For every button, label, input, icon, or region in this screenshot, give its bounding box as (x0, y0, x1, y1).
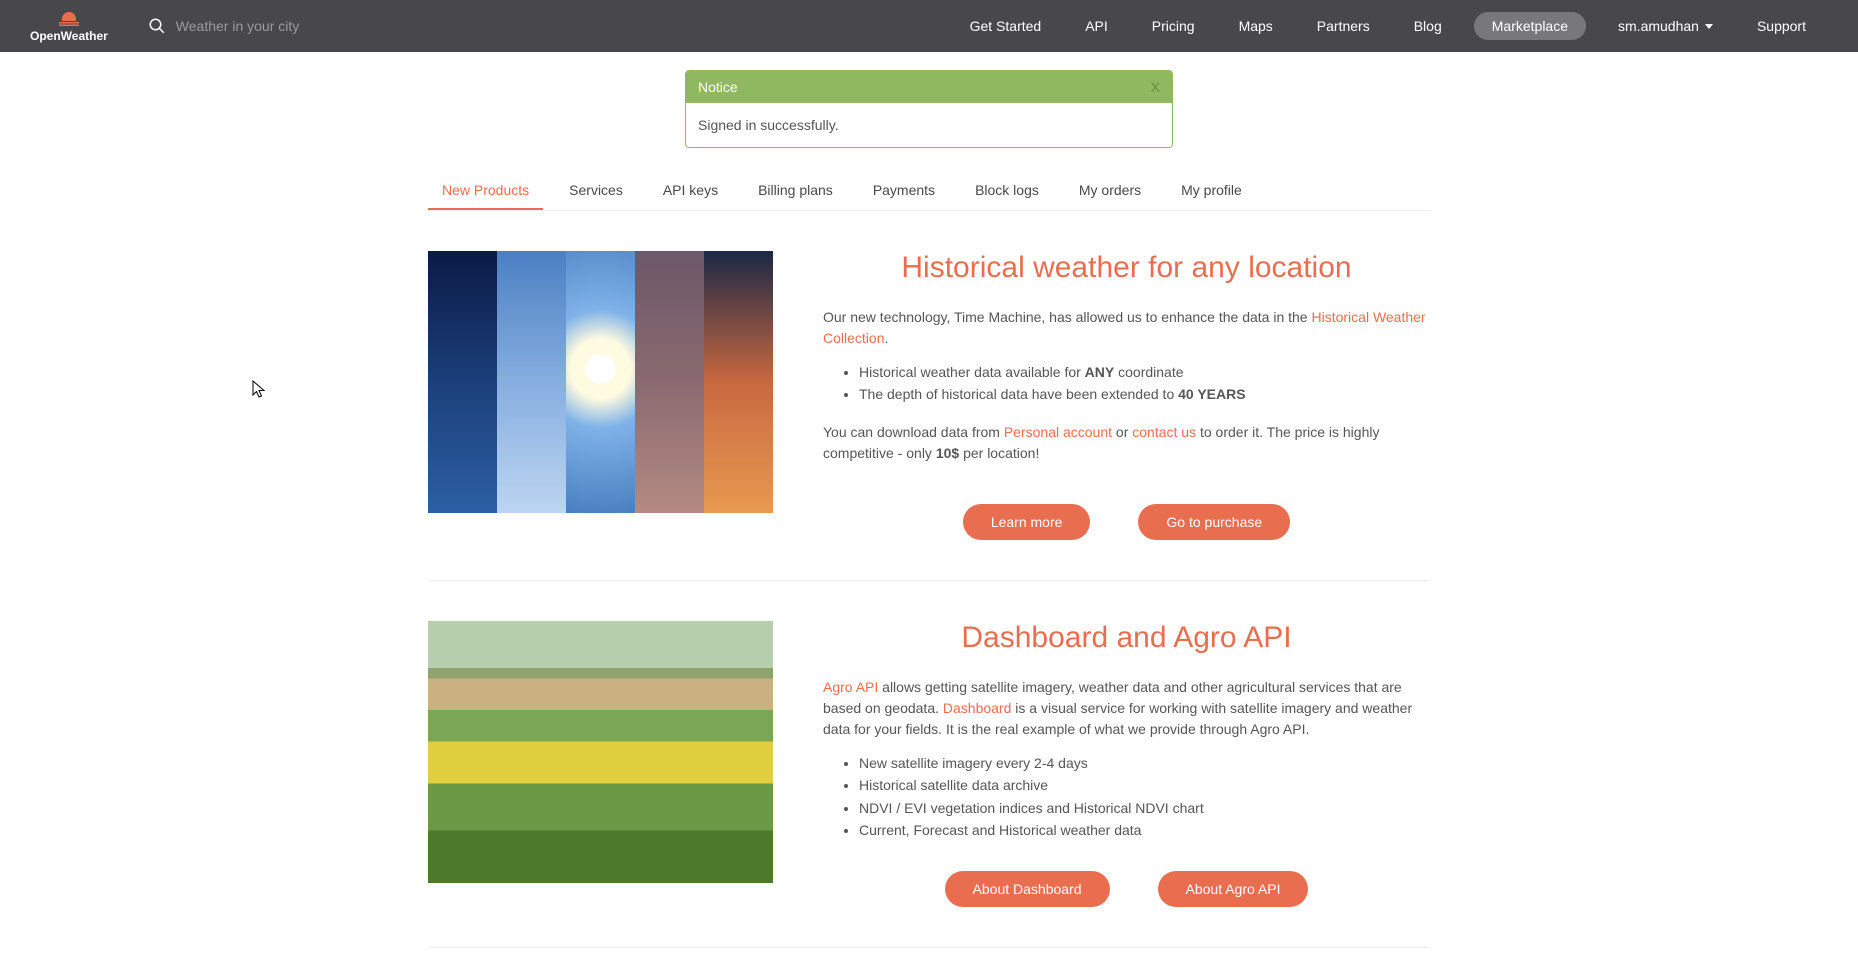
historical-intro: Our new technology, Time Machine, has al… (823, 307, 1430, 349)
list-item: NDVI / EVI vegetation indices and Histor… (859, 797, 1430, 819)
tab-my-profile[interactable]: My profile (1167, 172, 1256, 210)
historical-weather-title: Historical weather for any location (823, 251, 1430, 285)
nav-api[interactable]: API (1063, 0, 1130, 52)
tab-block-logs[interactable]: Block logs (961, 172, 1053, 210)
notice-header: Notice X (686, 71, 1172, 103)
agro-intro: Agro API allows getting satellite imager… (823, 677, 1430, 740)
contact-us-link[interactable]: contact us (1132, 424, 1196, 440)
agro-image (428, 621, 773, 883)
list-item: Historical satellite data archive (859, 774, 1430, 796)
notice-close-button[interactable]: X (1151, 79, 1160, 95)
mouse-cursor-icon (252, 380, 268, 400)
section-historical-weather: Historical weather for any location Our … (428, 211, 1430, 581)
search-wrap (148, 17, 356, 35)
main-content: Notice X Signed in successfully. New Pro… (428, 52, 1430, 948)
list-item: Historical weather data available for AN… (859, 361, 1430, 383)
tab-services[interactable]: Services (555, 172, 637, 210)
openweather-logo-icon (55, 9, 83, 27)
notice-title: Notice (698, 79, 738, 95)
brand-logo[interactable]: OpenWeather (30, 9, 108, 43)
agro-content: Dashboard and Agro API Agro API allows g… (823, 621, 1430, 908)
nav-support[interactable]: Support (1735, 0, 1828, 52)
historical-weather-content: Historical weather for any location Our … (823, 251, 1430, 540)
about-agro-api-button[interactable]: About Agro API (1158, 871, 1309, 907)
agro-title: Dashboard and Agro API (823, 621, 1430, 655)
search-icon (148, 17, 166, 35)
go-to-purchase-button[interactable]: Go to purchase (1138, 504, 1290, 540)
chevron-down-icon (1705, 24, 1713, 29)
nav-pricing[interactable]: Pricing (1130, 0, 1217, 52)
notice-message: Signed in successfully. (686, 103, 1172, 147)
nav-marketplace[interactable]: Marketplace (1474, 12, 1586, 41)
nav-blog[interactable]: Blog (1392, 0, 1464, 52)
list-item: New satellite imagery every 2-4 days (859, 752, 1430, 774)
nav-user-name: sm.amudhan (1618, 0, 1699, 52)
brand-name: OpenWeather (30, 29, 108, 43)
notice-alert: Notice X Signed in successfully. (685, 70, 1173, 148)
historical-bullets: Historical weather data available for AN… (859, 361, 1430, 406)
tab-new-products[interactable]: New Products (428, 172, 543, 210)
list-item: The depth of historical data have been e… (859, 383, 1430, 405)
nav-partners[interactable]: Partners (1295, 0, 1392, 52)
dashboard-link[interactable]: Dashboard (943, 700, 1012, 716)
section-dashboard-agro: Dashboard and Agro API Agro API allows g… (428, 581, 1430, 949)
agro-buttons: About Dashboard About Agro API (823, 871, 1430, 907)
agro-bullets: New satellite imagery every 2-4 days His… (859, 752, 1430, 842)
tab-my-orders[interactable]: My orders (1065, 172, 1155, 210)
agro-api-link[interactable]: Agro API (823, 679, 878, 695)
list-item: Current, Forecast and Historical weather… (859, 819, 1430, 841)
learn-more-button[interactable]: Learn more (963, 504, 1091, 540)
tab-billing-plans[interactable]: Billing plans (744, 172, 847, 210)
historical-weather-image (428, 251, 773, 513)
nav-maps[interactable]: Maps (1217, 0, 1295, 52)
nav-get-started[interactable]: Get Started (948, 0, 1064, 52)
account-tabs: New Products Services API keys Billing p… (428, 172, 1430, 211)
tab-api-keys[interactable]: API keys (649, 172, 732, 210)
historical-buttons: Learn more Go to purchase (823, 504, 1430, 540)
personal-account-link[interactable]: Personal account (1004, 424, 1112, 440)
top-header: OpenWeather Get Started API Pricing Maps… (0, 0, 1858, 52)
nav-user-menu[interactable]: sm.amudhan (1596, 0, 1735, 52)
search-input[interactable] (176, 18, 356, 34)
main-nav: Get Started API Pricing Maps Partners Bl… (948, 0, 1828, 52)
historical-pricing: You can download data from Personal acco… (823, 422, 1430, 464)
tab-payments[interactable]: Payments (859, 172, 949, 210)
about-dashboard-button[interactable]: About Dashboard (945, 871, 1110, 907)
